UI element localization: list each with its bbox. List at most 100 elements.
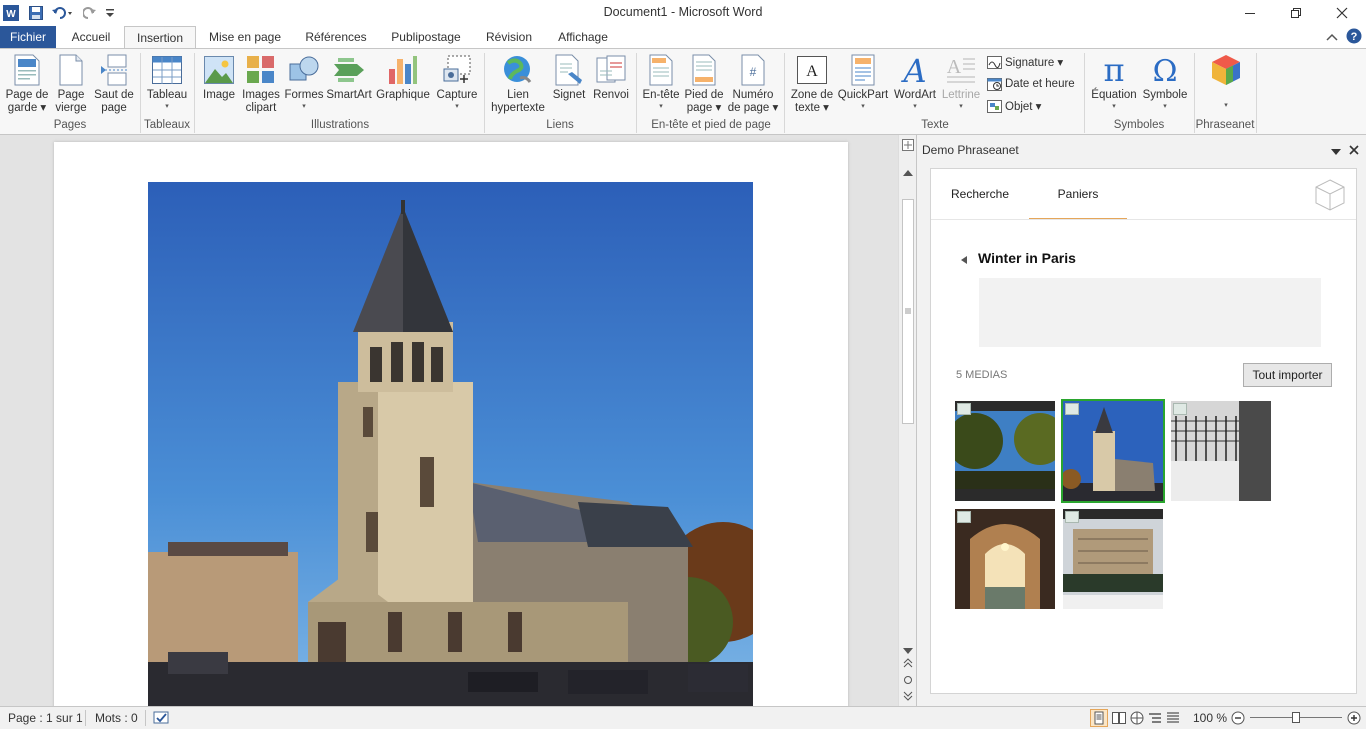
page-vierge-button[interactable]: Page vierge	[52, 53, 90, 115]
tab-insertion[interactable]: Insertion	[124, 26, 196, 49]
formes-button[interactable]: Formes ▾	[283, 53, 325, 111]
collapse-ribbon-icon[interactable]	[1326, 31, 1338, 45]
lettrine-button[interactable]: A Lettrine ▾	[940, 53, 982, 111]
redo-icon[interactable]	[82, 4, 98, 22]
back-arrow-icon[interactable]	[960, 254, 968, 268]
group-separator	[1084, 53, 1085, 133]
date-et-heure-button[interactable]: Date et heure	[986, 77, 1075, 91]
previous-page-icon[interactable]	[903, 657, 913, 671]
thumbnail-arcade[interactable]	[955, 509, 1055, 609]
image-button[interactable]: Image	[198, 53, 240, 102]
equation-dropdown-arrow: ▾	[1112, 103, 1116, 110]
inserted-church-photo[interactable]	[148, 182, 753, 706]
tab-revision[interactable]: Révision	[478, 26, 540, 48]
en-tete-button[interactable]: En-tête ▾	[640, 53, 682, 111]
group-separator	[484, 53, 485, 133]
pied-de-page-label-2: page ▾	[686, 102, 722, 114]
proofing-icon[interactable]	[153, 710, 171, 729]
signet-button[interactable]: Signet	[548, 53, 590, 102]
thumbnail-snowy-gate[interactable]	[1171, 401, 1271, 501]
signature-button[interactable]: Signature ▾	[986, 55, 1063, 69]
scroll-down-arrow-icon[interactable]	[903, 643, 913, 657]
tab-references[interactable]: Références	[298, 26, 374, 48]
group-label-phraseanet: Phraseanet	[1195, 119, 1255, 131]
print-layout-view-icon[interactable]	[1090, 709, 1108, 727]
outline-view-icon[interactable]	[1148, 711, 1162, 728]
thumbnail-park[interactable]	[955, 401, 1055, 501]
restore-button[interactable]	[1273, 0, 1319, 26]
saut-de-page-button[interactable]: Saut de page	[92, 53, 136, 115]
task-pane-title: Demo Phraseanet	[922, 143, 1019, 157]
page-vierge-label: Page	[57, 89, 85, 101]
tab-mise-en-page[interactable]: Mise en page	[202, 26, 288, 48]
task-pane-close-icon[interactable]	[1349, 144, 1359, 158]
save-icon[interactable]	[27, 4, 45, 22]
page-number-icon: #	[736, 53, 770, 87]
tableau-button[interactable]: Tableau ▾	[144, 53, 190, 111]
document-page[interactable]	[54, 142, 848, 712]
tout-importer-button[interactable]: Tout importer	[1243, 363, 1332, 387]
images-clipart-button[interactable]: Images clipart	[240, 53, 282, 115]
renvoi-button[interactable]: Renvoi	[590, 53, 632, 102]
capture-button[interactable]: Capture ▾	[434, 53, 480, 111]
customize-quick-access-icon[interactable]	[104, 4, 116, 22]
vertical-scrollbar[interactable]	[898, 135, 916, 706]
smartart-icon	[332, 53, 366, 87]
page-de-garde-button[interactable]: Page de garde ▾	[4, 53, 50, 115]
lien-hypertexte-label: Lien	[507, 89, 529, 101]
full-screen-reading-view-icon[interactable]	[1112, 711, 1126, 728]
phraseanet-panel: Recherche Paniers Winter in Paris 5 MEDI…	[930, 168, 1357, 694]
next-page-icon[interactable]	[903, 690, 913, 704]
renvoi-label: Renvoi	[593, 89, 629, 101]
phraseanet-dropdown-arrow: ▾	[1224, 102, 1228, 109]
thumbnail-building[interactable]	[1063, 509, 1163, 609]
text-box-icon: A	[795, 53, 829, 87]
smartart-button[interactable]: SmartArt	[326, 53, 372, 102]
equation-button[interactable]: π Équation ▾	[1088, 53, 1140, 111]
tab-publipostage[interactable]: Publipostage	[382, 26, 470, 48]
word-count-status[interactable]: Mots : 0	[95, 711, 138, 725]
task-pane-options-icon[interactable]	[1331, 145, 1341, 159]
minimize-button[interactable]	[1227, 0, 1273, 26]
tab-fichier[interactable]: Fichier	[0, 26, 56, 48]
close-button[interactable]	[1319, 0, 1365, 26]
numero-de-page-label-2: de page ▾	[727, 102, 779, 114]
zoom-level[interactable]: 100 %	[1193, 711, 1227, 725]
footer-icon	[687, 53, 721, 87]
zoom-in-icon[interactable]	[1347, 711, 1361, 728]
objet-button[interactable]: Objet ▾	[986, 99, 1041, 113]
page-break-icon	[97, 53, 131, 87]
zoom-out-icon[interactable]	[1231, 711, 1245, 728]
symbole-button[interactable]: Ω Symbole ▾	[1140, 53, 1190, 111]
quickpart-button[interactable]: QuickPart ▾	[836, 53, 890, 111]
picture-icon	[202, 53, 236, 87]
thumbnail-church[interactable]	[1061, 399, 1165, 503]
tab-accueil[interactable]: Accueil	[62, 26, 120, 48]
scroll-thumb[interactable]	[902, 199, 914, 424]
date-et-heure-label: Date et heure	[1005, 78, 1075, 90]
web-layout-view-icon[interactable]	[1130, 711, 1144, 728]
tab-paniers[interactable]: Paniers	[1029, 169, 1127, 219]
help-icon[interactable]: ?	[1346, 28, 1362, 47]
image-type-icon	[957, 511, 971, 523]
scroll-up-arrow-icon[interactable]	[903, 165, 913, 179]
word-logo-icon[interactable]: W	[2, 4, 20, 22]
tableau-label: Tableau	[146, 89, 188, 101]
phraseanet-button[interactable]: ▾	[1204, 53, 1248, 110]
undo-icon[interactable]	[50, 4, 74, 22]
group-separator	[784, 53, 785, 133]
graphique-button[interactable]: Graphique	[374, 53, 432, 102]
tab-recherche[interactable]: Recherche	[931, 169, 1029, 219]
tab-affichage[interactable]: Affichage	[548, 26, 618, 48]
pied-de-page-button[interactable]: Pied de page ▾	[682, 53, 726, 115]
zone-de-texte-button[interactable]: A Zone de texte ▾	[788, 53, 836, 115]
phraseanet-task-pane: Demo Phraseanet Recherche Paniers Winter…	[916, 135, 1366, 706]
zoom-slider-thumb[interactable]	[1292, 712, 1300, 723]
browse-object-icon[interactable]	[903, 674, 913, 688]
numero-de-page-button[interactable]: # Numéro de page ▾	[726, 53, 780, 115]
ruler-toggle-icon[interactable]	[902, 139, 914, 154]
lien-hypertexte-button[interactable]: Lien hypertexte	[488, 53, 548, 115]
wordart-button[interactable]: A WordArt ▾	[890, 53, 940, 111]
page-count-status[interactable]: Page : 1 sur 1	[8, 711, 83, 725]
draft-view-icon[interactable]	[1166, 711, 1180, 728]
